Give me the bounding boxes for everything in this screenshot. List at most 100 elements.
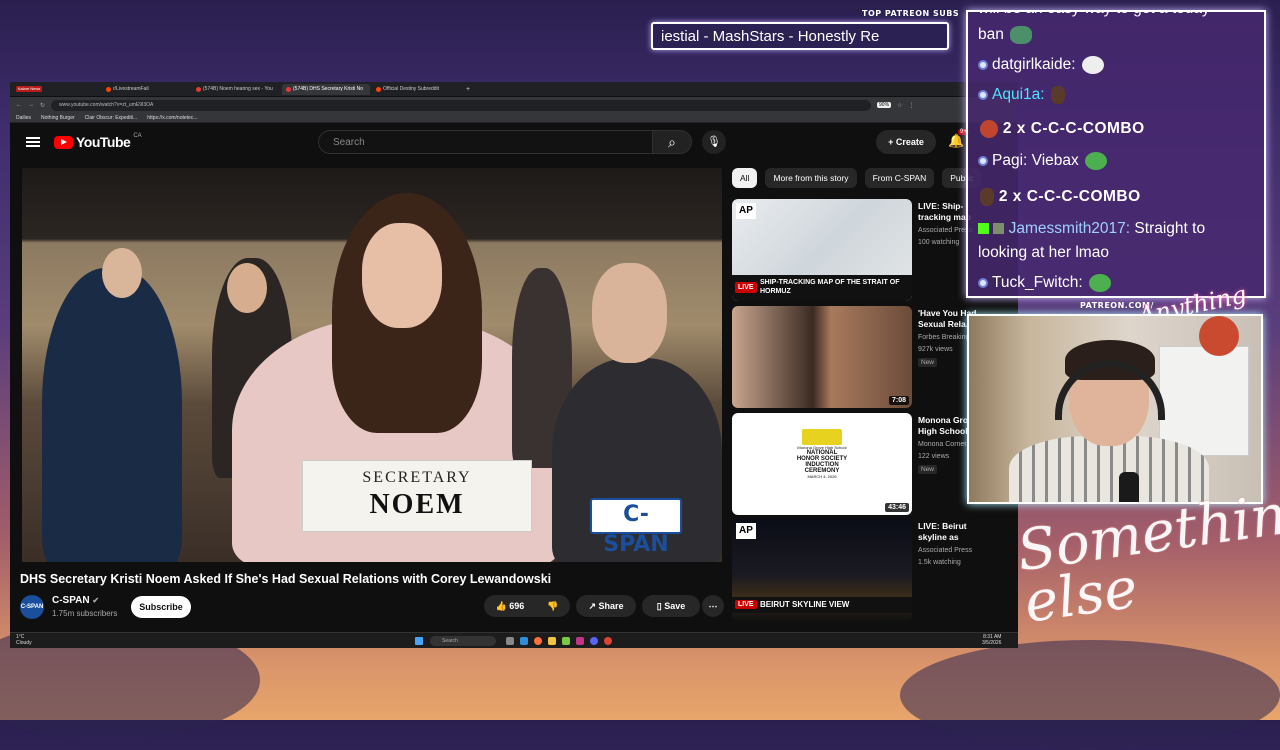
chat-username: Jamessmith2017: <box>1008 220 1131 237</box>
taskbar-search[interactable]: Search <box>430 636 496 646</box>
tab-subreddit[interactable]: Official Destiny Subreddit <box>372 84 460 95</box>
chat-message: Tuck_Fwitch: <box>978 274 1112 292</box>
back-icon[interactable]: ← <box>16 102 22 108</box>
like-button[interactable]: 👍 696 <box>496 595 525 617</box>
taskview-icon[interactable] <box>506 637 514 645</box>
bookmark-item[interactable]: https://x.com/notetec... <box>147 115 197 121</box>
forward-icon[interactable]: → <box>28 102 34 108</box>
recommendation-thumbnail[interactable]: AP LIVE BEIRUT SKYLINE VIEW <box>732 519 912 621</box>
user-badge-icon <box>978 278 988 288</box>
explorer-icon[interactable] <box>548 637 556 645</box>
microphone-icon: 🎙 <box>707 136 721 148</box>
address-input[interactable]: www.youtube.com/watch?v=zt_umE9I3OA <box>51 99 872 111</box>
new-tab-button[interactable]: + <box>462 84 472 95</box>
chat-message: Aqui1a: <box>978 86 1065 104</box>
new-badge: New <box>918 358 938 367</box>
channel-avatar[interactable]: C-SPAN <box>20 595 44 619</box>
tab-bar: Kalam News r/LivestreamFail (574B) Noem … <box>10 82 1018 96</box>
user-badge-icon <box>978 156 988 166</box>
video-person <box>227 263 267 313</box>
menu-dots-icon[interactable]: ⋮ <box>908 102 914 109</box>
microphone-icon <box>1119 472 1139 502</box>
edge-icon[interactable] <box>520 637 528 645</box>
combo-x: x <box>1012 188 1022 206</box>
webcam-plant <box>1199 316 1239 356</box>
chat-message: Jamessmith2017: Straight to <box>978 220 1205 238</box>
something-else-signature: Something else <box>1013 477 1280 636</box>
reload-icon[interactable]: ↻ <box>40 102 45 109</box>
combo-count: 2 <box>1002 120 1012 138</box>
more-actions-button[interactable]: ⋯ <box>702 595 724 617</box>
reddit-favicon-icon <box>106 86 111 92</box>
tab-youtube-1[interactable]: (574B) Noem hearing sex - You <box>192 84 280 95</box>
bookmark-item[interactable]: Clair Obscur: Expediti... <box>85 115 138 121</box>
windows-start-icon[interactable] <box>415 637 423 645</box>
video-duration: 43:46 <box>885 503 909 512</box>
thumbs-down-icon: 👎 <box>547 601 559 611</box>
video-player[interactable]: SECRETARY NOEM C-SPAN <box>22 168 722 562</box>
combo-text: C-C-C-COMBO <box>1030 120 1145 138</box>
patreon-ticker: iestial - MashStars - Honestly Re <box>651 22 949 50</box>
system-clock[interactable]: 8:31 AM 3/5/2026 <box>982 634 1001 646</box>
verified-icon: ✔ <box>92 596 100 605</box>
dislike-button[interactable]: 👎 <box>547 595 558 617</box>
tab-youtube-active[interactable]: (574B) DHS Secretary Kristi No <box>282 83 370 95</box>
tab-reddit[interactable]: r/LivestreamFail <box>102 84 190 95</box>
recommendation-thumbnail[interactable]: Monona Grove High School NATIONAL HONOR … <box>732 413 912 515</box>
recommendation-thumbnail[interactable]: 7:08 <box>732 306 912 408</box>
youtube-wordmark: YouTube <box>76 134 131 150</box>
combo-message: 2 x C-C-C-COMBO <box>978 188 1141 206</box>
create-label: Create <box>895 137 924 147</box>
chat-username: Tuck_Fwitch: <box>992 274 1083 292</box>
tab-label: Official Destiny Subreddit <box>383 86 440 92</box>
chat-continuation: will be an easy way to get a today <box>978 12 1210 18</box>
weather-widget[interactable]: 1°C Cloudy <box>16 634 32 646</box>
user-badge-icon <box>978 60 988 70</box>
chrome-icon[interactable] <box>604 637 612 645</box>
save-button[interactable]: ▯ Save <box>642 595 700 617</box>
reddit-favicon-icon <box>376 86 381 92</box>
thumbnail-line: MARCH 4, 2026 <box>807 474 837 479</box>
app-icon[interactable] <box>576 637 584 645</box>
discord-icon[interactable] <box>590 637 598 645</box>
kick-badge-icon <box>978 223 989 235</box>
thumbnail-caption: LIVE BEIRUT SKYLINE VIEW <box>732 597 912 613</box>
bookmark-item[interactable]: Nothing Burger <box>41 115 75 121</box>
voice-search-button[interactable]: 🎙 <box>702 130 726 154</box>
bookmark-star-icon[interactable]: ☆ <box>897 102 902 109</box>
chat-text: Viebax <box>1031 152 1079 170</box>
chip-all[interactable]: All <box>732 168 758 188</box>
video-person <box>102 248 142 298</box>
video-person <box>42 268 182 562</box>
recommendation-title[interactable]: LIVE: Beirut skyline as Israeli military… <box>918 521 978 543</box>
address-bar-row: ← → ↻ www.youtube.com/watch?v=zt_umE9I3O… <box>10 97 1018 113</box>
hamburger-menu-icon[interactable] <box>26 137 40 147</box>
video-person-speaker-face <box>362 223 442 328</box>
combo-x: x <box>1016 120 1026 138</box>
app-icon[interactable] <box>562 637 570 645</box>
video-duration: 7:08 <box>888 396 909 405</box>
chat-message: datgirlkaide: <box>978 56 1104 74</box>
country-code: CA <box>133 133 142 139</box>
tab-news[interactable]: Kalam News <box>12 84 100 95</box>
share-button[interactable]: ↗ Share <box>576 595 636 617</box>
channel-name[interactable]: C-SPAN ✔ <box>52 595 99 606</box>
tab-label: (574B) Noem hearing sex - You <box>203 86 273 92</box>
bookmark-item[interactable]: Dailies <box>16 115 31 121</box>
youtube-logo[interactable]: YouTube CA <box>54 133 142 150</box>
recommendation-thumbnail[interactable]: AP LIVE SHIP-TRACKING MAP OF THE STRAIT … <box>732 199 912 301</box>
create-button[interactable]: + Create <box>876 130 936 154</box>
clock-date: 3/5/2026 <box>982 640 1002 646</box>
search-input[interactable]: Search <box>318 130 652 154</box>
firefox-icon[interactable] <box>534 637 542 645</box>
notifications-bell-icon[interactable]: 🔔 9+ <box>948 129 969 149</box>
chip-from-cspan[interactable]: From C-SPAN <box>864 168 935 188</box>
recommendation-meta: 1.5k watching <box>918 559 961 566</box>
chip-more-from-story[interactable]: More from this story <box>765 168 857 188</box>
subscribe-button[interactable]: Subscribe <box>131 596 191 618</box>
share-icon: ↗ <box>588 601 596 611</box>
bookmark-icon: ▯ <box>656 601 662 611</box>
webcam-feed <box>967 314 1263 504</box>
zoom-indicator[interactable]: 90% <box>877 102 892 108</box>
search-button[interactable]: ⌕ <box>652 130 692 154</box>
